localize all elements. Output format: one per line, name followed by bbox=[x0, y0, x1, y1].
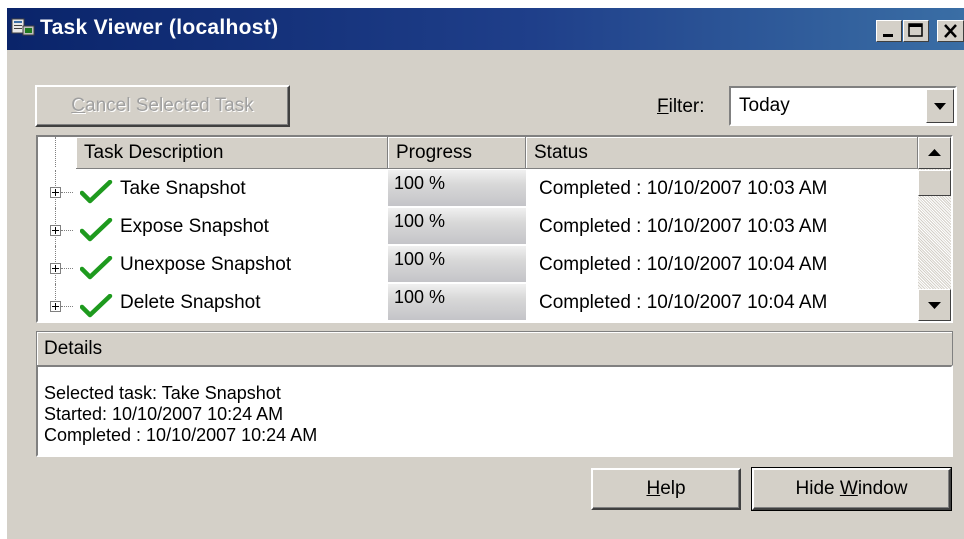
check-icon bbox=[80, 218, 113, 242]
progress-text: 100 % bbox=[394, 249, 446, 269]
close-button[interactable] bbox=[937, 20, 964, 42]
task-name: Delete Snapshot bbox=[120, 292, 261, 313]
progress-bar: 100 % bbox=[388, 208, 526, 244]
close-icon bbox=[944, 24, 957, 38]
details-line: Started: 10/10/2007 10:24 AM bbox=[44, 404, 284, 424]
task-viewer-app-icon bbox=[11, 18, 35, 36]
progress-text: 100 % bbox=[394, 211, 446, 231]
title-bar[interactable]: Task Viewer (localhost) bbox=[7, 8, 964, 50]
tree-line bbox=[61, 230, 73, 231]
column-header-status[interactable]: Status bbox=[526, 137, 918, 169]
details-line: Completed : 10/10/2007 10:24 AM bbox=[44, 425, 318, 445]
hide-label-suffix: indow bbox=[857, 478, 908, 499]
progress-text: 100 % bbox=[394, 173, 446, 193]
filter-mnemonic: F bbox=[657, 96, 669, 117]
hide-window-button[interactable]: Hide Window bbox=[751, 467, 952, 511]
vertical-scrollbar[interactable] bbox=[918, 137, 951, 321]
check-icon bbox=[80, 256, 113, 280]
hide-mnemonic: W bbox=[839, 478, 858, 499]
expand-icon[interactable] bbox=[50, 263, 61, 274]
filter-label: Filter: bbox=[657, 96, 705, 118]
details-panel: Selected task: Take Snapshot Started: 10… bbox=[36, 365, 953, 457]
task-status: Completed : 10/10/2007 10:04 AM bbox=[539, 254, 828, 275]
cancel-label: ancel Selected Task bbox=[85, 95, 254, 116]
chevron-up-icon bbox=[928, 149, 941, 156]
progress-bar: 100 % bbox=[388, 170, 526, 206]
filter-value: Today bbox=[739, 95, 790, 116]
expand-icon[interactable] bbox=[50, 225, 61, 236]
check-icon bbox=[80, 294, 113, 318]
hide-label-prefix: Hide bbox=[795, 478, 840, 499]
scroll-up-button[interactable] bbox=[918, 137, 951, 169]
check-icon bbox=[80, 180, 113, 204]
details-line: Selected task: Take Snapshot bbox=[44, 383, 281, 403]
tree-line bbox=[55, 137, 56, 167]
help-label: elp bbox=[660, 478, 686, 499]
scroll-thumb[interactable] bbox=[918, 170, 951, 196]
column-header-task-description[interactable]: Task Description bbox=[76, 137, 388, 169]
filter-dropdown[interactable]: Today bbox=[729, 86, 957, 126]
table-row[interactable]: Delete Snapshot 100 % Completed : 10/10/… bbox=[38, 284, 918, 321]
column-header-progress[interactable]: Progress bbox=[388, 137, 526, 169]
progress-bar: 100 % bbox=[388, 246, 526, 282]
tree-line bbox=[61, 306, 73, 307]
task-status: Completed : 10/10/2007 10:04 AM bbox=[539, 292, 828, 313]
help-mnemonic: H bbox=[646, 478, 661, 499]
window-title: Task Viewer (localhost) bbox=[40, 16, 279, 39]
table-row[interactable]: Expose Snapshot 100 % Completed : 10/10/… bbox=[38, 208, 918, 246]
progress-bar: 100 % bbox=[388, 284, 526, 320]
filter-dropdown-button[interactable] bbox=[926, 89, 954, 123]
task-name: Take Snapshot bbox=[120, 178, 246, 199]
maximize-button[interactable] bbox=[903, 20, 929, 42]
chevron-down-icon bbox=[928, 302, 941, 309]
expand-icon[interactable] bbox=[50, 187, 61, 198]
scroll-down-button[interactable] bbox=[918, 289, 951, 321]
task-viewer-window: Task Viewer (localhost) Cancel Selected … bbox=[7, 8, 964, 539]
expand-icon[interactable] bbox=[50, 301, 61, 312]
task-list[interactable]: Task Description Progress Status Take Sn… bbox=[36, 135, 953, 323]
minimize-icon bbox=[883, 34, 893, 37]
details-header: Details bbox=[36, 331, 953, 366]
minimize-button[interactable] bbox=[876, 20, 902, 42]
tree-line bbox=[61, 268, 73, 269]
cancel-mnemonic: C bbox=[71, 95, 86, 116]
task-status: Completed : 10/10/2007 10:03 AM bbox=[539, 216, 828, 237]
chevron-down-icon bbox=[934, 103, 946, 110]
progress-text: 100 % bbox=[394, 287, 446, 307]
task-name: Unexpose Snapshot bbox=[120, 254, 292, 275]
task-status: Completed : 10/10/2007 10:03 AM bbox=[539, 178, 828, 199]
filter-label-text: ilter: bbox=[668, 96, 705, 117]
cancel-selected-task-button[interactable]: Cancel Selected Task bbox=[35, 85, 290, 127]
help-button[interactable]: Help bbox=[591, 468, 741, 510]
table-row[interactable]: Unexpose Snapshot 100 % Completed : 10/1… bbox=[38, 246, 918, 284]
task-name: Expose Snapshot bbox=[120, 216, 269, 237]
table-row[interactable]: Take Snapshot 100 % Completed : 10/10/20… bbox=[38, 170, 918, 208]
maximize-icon bbox=[908, 23, 923, 37]
tree-line bbox=[61, 192, 73, 193]
